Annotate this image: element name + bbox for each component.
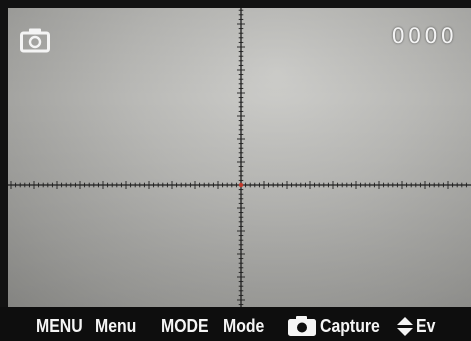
crosshair-reticle [8,8,471,307]
viewfinder: 0000 [8,8,471,307]
ev-action-label: Ev [416,316,436,336]
capture-action-label: Capture [320,316,380,336]
camera-icon [20,28,50,53]
up-down-arrow-icon [397,317,413,336]
mode-key-label: MODE [161,316,209,336]
menu-key-label: MENU [36,316,83,336]
mode-action-label: Mode [223,316,265,336]
menu-action-label: Menu [95,316,137,336]
shot-counter: 0000 [391,24,457,48]
button-hint-bar: MENU Menu MODE Mode Capture Ev [0,307,471,341]
camera-display: 0000 MENU Menu MODE Mode Capture Ev [0,0,471,341]
crosshair-center-dot [238,182,244,188]
camera-shutter-icon [288,316,316,336]
